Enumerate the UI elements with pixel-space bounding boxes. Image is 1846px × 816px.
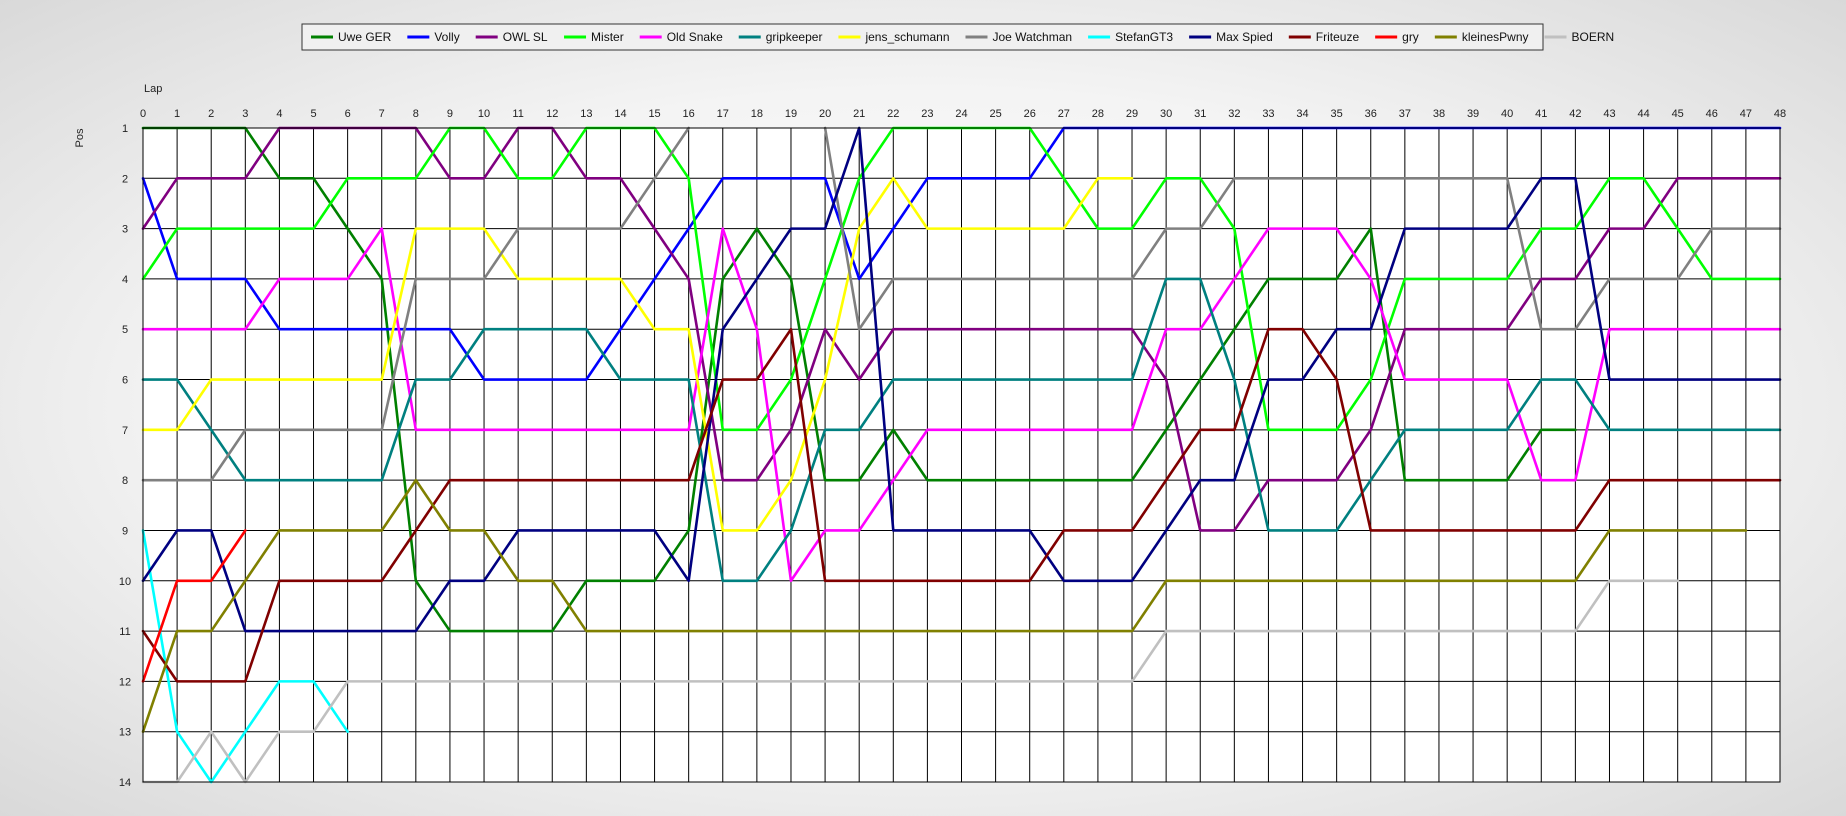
legend-label-10: Friteuze xyxy=(1316,30,1360,44)
x-tick-label-36: 36 xyxy=(1365,108,1377,120)
x-tick-label-16: 16 xyxy=(683,108,695,120)
x-tick-label-37: 37 xyxy=(1399,108,1411,120)
x-tick-label-30: 30 xyxy=(1160,108,1172,120)
x-tick-label-32: 32 xyxy=(1228,108,1240,120)
x-tick-label-15: 15 xyxy=(648,108,660,120)
x-tick-label-19: 19 xyxy=(785,108,797,120)
x-tick-label-45: 45 xyxy=(1672,108,1684,120)
x-tick-label-18: 18 xyxy=(751,108,763,120)
x-tick-label-2: 2 xyxy=(208,108,214,120)
x-tick-label-22: 22 xyxy=(887,108,899,120)
x-tick-label-13: 13 xyxy=(580,108,592,120)
legend-label-11: gry xyxy=(1402,30,1419,44)
y-tick-label-4: 4 xyxy=(122,274,128,286)
y-tick-label-5: 5 xyxy=(122,324,128,336)
x-tick-label-1: 1 xyxy=(174,108,180,120)
x-tick-label-29: 29 xyxy=(1126,108,1138,120)
legend-label-5: gripkeeper xyxy=(766,30,823,44)
y-axis-ticks: 1234567891011121314 xyxy=(119,123,131,789)
legend-label-8: StefanGT3 xyxy=(1115,30,1173,44)
legend-label-13: BOERN xyxy=(1572,30,1615,44)
x-tick-label-33: 33 xyxy=(1262,108,1274,120)
x-tick-label-10: 10 xyxy=(478,108,490,120)
position-chart: 0 1 2 3 4 5 6 7 8 9 10 11 12 13 14 15 16 17 18 19 20 21 22 23 24… xyxy=(0,0,1846,816)
x-tick-label-21: 21 xyxy=(853,108,865,120)
y-tick-label-1: 1 xyxy=(122,123,128,135)
legend-label-4: Old Snake xyxy=(667,30,723,44)
x-tick-label-34: 34 xyxy=(1296,108,1308,120)
x-tick-label-14: 14 xyxy=(614,108,626,120)
x-tick-label-26: 26 xyxy=(1024,108,1036,120)
x-tick-label-0: 0 xyxy=(140,108,146,120)
legend-label-12: kleinesPwny xyxy=(1462,30,1529,44)
x-tick-label-24: 24 xyxy=(955,108,967,120)
x-tick-label-47: 47 xyxy=(1740,108,1752,120)
x-tick-label-40: 40 xyxy=(1501,108,1513,120)
x-axis-label: Lap xyxy=(144,83,162,95)
x-tick-label-27: 27 xyxy=(1058,108,1070,120)
x-tick-label-39: 39 xyxy=(1467,108,1479,120)
y-tick-label-13: 13 xyxy=(119,727,131,739)
y-tick-label-2: 2 xyxy=(122,173,128,185)
legend-label-6: jens_schumann xyxy=(864,30,949,44)
position-chart-svg: 0 1 2 3 4 5 6 7 8 9 10 11 12 13 14 15 16 17 18 19 20 21 22 23 24… xyxy=(74,23,1786,789)
x-tick-label-9: 9 xyxy=(447,108,453,120)
x-tick-label-6: 6 xyxy=(345,108,351,120)
x-tick-label-8: 8 xyxy=(413,108,419,120)
legend-label-1: Volly xyxy=(434,30,459,44)
x-tick-label-28: 28 xyxy=(1092,108,1104,120)
x-tick-label-17: 17 xyxy=(717,108,729,120)
x-tick-label-41: 41 xyxy=(1535,108,1547,120)
x-tick-label-3: 3 xyxy=(242,108,248,120)
x-tick-label-20: 20 xyxy=(819,108,831,120)
y-tick-label-10: 10 xyxy=(119,576,131,588)
y-tick-label-12: 12 xyxy=(119,676,131,688)
x-axis-ticks: 0 1 2 3 4 5 6 7 8 9 10 11 12 13 14 15 16 17 18 19 20 21 22 23 24… xyxy=(140,108,1786,120)
x-tick-label-7: 7 xyxy=(379,108,385,120)
x-tick-label-35: 35 xyxy=(1331,108,1343,120)
x-tick-label-43: 43 xyxy=(1603,108,1615,120)
x-tick-label-12: 12 xyxy=(546,108,558,120)
y-tick-label-7: 7 xyxy=(122,425,128,437)
x-tick-label-4: 4 xyxy=(276,108,282,120)
x-tick-label-25: 25 xyxy=(989,108,1001,120)
x-tick-label-38: 38 xyxy=(1433,108,1445,120)
legend-label-2: OWL SL xyxy=(503,30,548,44)
x-tick-label-5: 5 xyxy=(310,108,316,120)
y-tick-label-3: 3 xyxy=(122,224,128,236)
x-tick-label-31: 31 xyxy=(1194,108,1206,120)
y-tick-label-14: 14 xyxy=(119,777,131,789)
y-axis-label: Pos xyxy=(74,128,86,147)
legend-label-9: Max Spied xyxy=(1216,30,1273,44)
y-tick-label-6: 6 xyxy=(122,375,128,387)
legend-label-7: Joe Watchman xyxy=(992,30,1072,44)
x-tick-label-46: 46 xyxy=(1706,108,1718,120)
y-tick-label-9: 9 xyxy=(122,525,128,537)
x-tick-label-48: 48 xyxy=(1774,108,1786,120)
legend-label-0: Uwe GER xyxy=(338,30,392,44)
y-tick-label-11: 11 xyxy=(119,626,130,638)
legend-label-3: Mister xyxy=(591,30,624,44)
legend: Uwe GER Volly OWL SL Mister Old Snake gripkee… xyxy=(301,23,1615,51)
x-tick-label-23: 23 xyxy=(921,108,933,120)
y-tick-label-8: 8 xyxy=(122,475,128,487)
x-tick-label-44: 44 xyxy=(1637,108,1649,120)
x-tick-label-11: 11 xyxy=(512,108,523,120)
x-tick-label-42: 42 xyxy=(1569,108,1581,120)
